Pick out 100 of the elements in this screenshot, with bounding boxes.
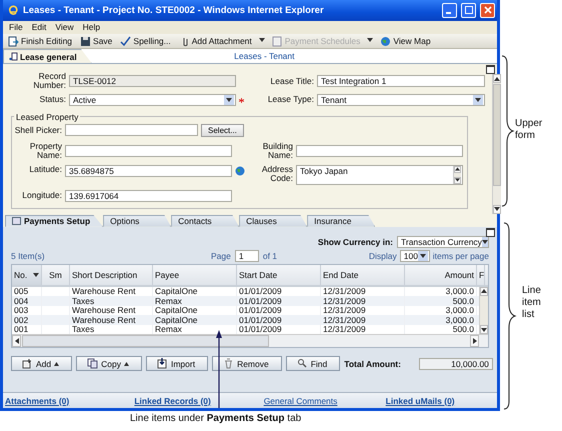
address-code-field[interactable]: Tokyo Japan xyxy=(296,164,463,185)
caret-icon xyxy=(258,37,265,44)
table-cell: Taxes xyxy=(70,296,153,306)
display-label: Display xyxy=(368,250,397,261)
shell-picker-field[interactable] xyxy=(65,124,198,136)
field-label: Shell Picker: xyxy=(14,126,63,135)
scrollbar[interactable] xyxy=(12,334,488,348)
page-total: of 1 xyxy=(262,250,278,261)
menu-item[interactable]: File xyxy=(9,22,23,32)
tab[interactable]: Insurance xyxy=(307,214,376,227)
currency-dropdown[interactable]: Transaction Currency xyxy=(397,236,489,248)
table-row[interactable]: 004 Taxes Remax 01/01/2009 12/31/2009 500.0 xyxy=(12,296,479,306)
lease-title-field[interactable]: Test Integration 1 xyxy=(317,74,485,87)
caret-icon xyxy=(420,252,426,259)
column-header[interactable]: Payee xyxy=(153,264,237,285)
edit-icon xyxy=(9,52,18,62)
action-button[interactable]: Add xyxy=(11,356,72,372)
caret-icon xyxy=(367,37,374,44)
check-icon xyxy=(120,36,132,47)
tab[interactable]: Contacts xyxy=(171,214,240,227)
building-name-field[interactable] xyxy=(296,144,463,157)
caret-icon xyxy=(226,96,232,103)
page-field[interactable]: 1 xyxy=(234,250,259,262)
status-dropdown[interactable]: Active xyxy=(69,94,236,106)
toolbar-button[interactable]: Add Attachment xyxy=(176,36,255,47)
footer-link[interactable]: General Comments xyxy=(244,396,386,406)
maximize-icon[interactable] xyxy=(486,65,495,74)
tab[interactable]: Payments Setup xyxy=(5,214,104,227)
annotation-text: Upper form xyxy=(515,118,544,142)
column-header[interactable]: Start Date xyxy=(237,264,321,285)
arrow-icon xyxy=(494,76,500,82)
latitude-field[interactable]: 35.6894875 xyxy=(65,164,232,177)
field-label: Building Name: xyxy=(262,142,294,160)
field-label: Longitude: xyxy=(21,191,63,200)
toolbar-button[interactable]: View Map xyxy=(377,36,434,47)
tab[interactable]: Options xyxy=(103,214,172,227)
toolbar-button[interactable]: Spelling... xyxy=(117,36,174,47)
table-cell: 01/01/2009 xyxy=(237,315,321,325)
footer-link[interactable]: Attachments (0) xyxy=(5,396,114,406)
menu-item[interactable]: View xyxy=(55,22,74,32)
table-cell: 500.0 xyxy=(405,296,477,306)
table-cell: 12/31/2009 xyxy=(321,296,405,306)
property-name-field[interactable] xyxy=(65,144,232,157)
menu-item[interactable]: Edit xyxy=(32,22,46,32)
arrow-icon xyxy=(14,338,20,344)
table-row[interactable]: 002 Warehouse Rent CapitalOne 01/01/2009 12/31/2009 3,000.0 xyxy=(12,315,479,325)
field-label: Status: xyxy=(38,95,67,104)
footer-link[interactable]: Linked Records (0) xyxy=(114,396,244,406)
field-label: Address Code: xyxy=(260,164,294,183)
select-button[interactable]: Select... xyxy=(201,124,244,137)
caret-icon xyxy=(124,362,129,366)
action-button[interactable]: Import xyxy=(146,356,208,372)
field-label: Lease Title: xyxy=(270,76,315,86)
globe-icon[interactable] xyxy=(235,166,245,176)
column-header[interactable]: Amount xyxy=(405,264,477,285)
magnifier-icon xyxy=(296,358,308,370)
form-heading: Leases - Tenant xyxy=(233,51,296,62)
table-cell: Remax xyxy=(153,296,237,306)
column-header[interactable]: End Date xyxy=(321,264,405,285)
import-icon xyxy=(156,358,168,370)
tab[interactable]: Clauses xyxy=(239,214,308,227)
field-label: Property Name: xyxy=(28,142,63,160)
caret-icon xyxy=(54,362,60,366)
lease-type-dropdown[interactable]: Tenant xyxy=(317,94,485,106)
column-header[interactable]: Short Description xyxy=(70,264,153,285)
maximize-icon[interactable] xyxy=(486,228,495,237)
table-cell: 12/31/2009 xyxy=(321,315,405,325)
toolbar-button[interactable]: Save xyxy=(77,36,116,47)
sort-icon xyxy=(33,272,39,277)
annotation-text: Line item list xyxy=(522,285,542,321)
window-title: Leases - Tenant - Project No. STE0002 - Windows Internet Explorer xyxy=(23,4,325,16)
scrollbar[interactable] xyxy=(453,166,461,184)
scrollbar[interactable] xyxy=(492,74,501,214)
action-button[interactable]: Remove xyxy=(212,356,282,372)
action-button[interactable]: Find xyxy=(286,356,340,372)
page-size-dropdown[interactable]: 100 xyxy=(400,250,430,262)
column-header[interactable]: Sm xyxy=(42,264,70,285)
record-number-field[interactable]: TLSE-0012 xyxy=(69,74,236,87)
table-cell: 3,000.0 xyxy=(405,315,477,325)
trash-icon xyxy=(223,358,234,370)
longitude-field[interactable]: 139.6917064 xyxy=(65,190,232,202)
close-button[interactable] xyxy=(480,2,495,18)
total-label: Total Amount: xyxy=(344,358,401,369)
arrow-icon xyxy=(481,288,487,294)
column-header[interactable]: No. xyxy=(12,264,42,285)
scrollbar[interactable] xyxy=(479,286,488,334)
table-cell: Warehouse Rent xyxy=(70,315,153,325)
toolbar-button[interactable]: Finish Editing xyxy=(5,36,76,47)
menu-item[interactable]: Help xyxy=(82,22,100,32)
close-icon xyxy=(484,6,492,14)
action-button[interactable]: Copy xyxy=(76,356,142,372)
group-legend: Leased Property xyxy=(14,112,80,122)
column-header[interactable]: F xyxy=(477,264,485,285)
field-label: Latitude: xyxy=(28,164,63,174)
browser-icon xyxy=(7,4,19,16)
footer-link[interactable]: Linked uMails (0) xyxy=(386,396,496,406)
section-tab[interactable]: Lease general xyxy=(3,49,92,64)
maximize-button[interactable] xyxy=(461,2,476,18)
copy-icon xyxy=(87,358,98,370)
minimize-button[interactable] xyxy=(442,2,457,18)
